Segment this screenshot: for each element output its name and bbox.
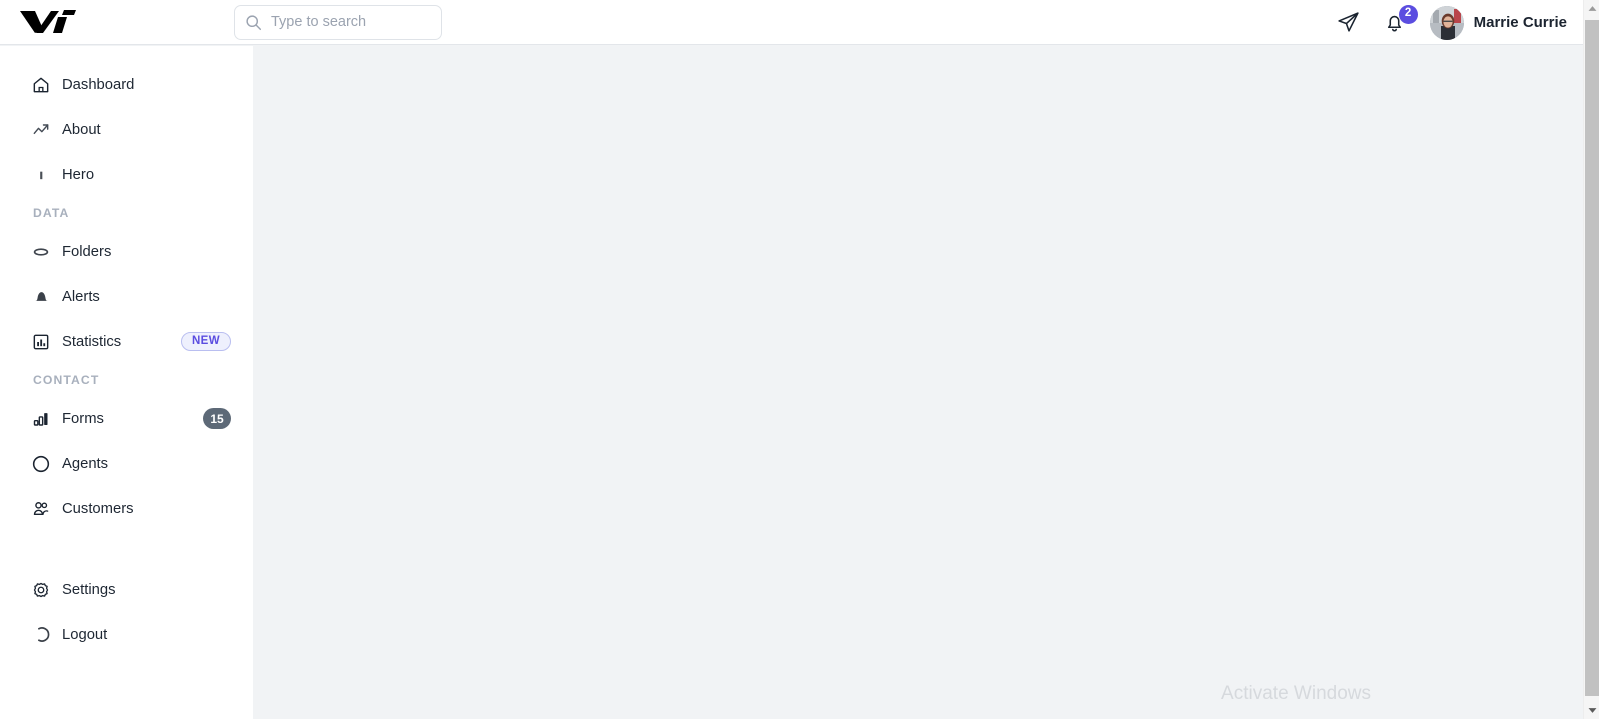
sidebar-item-logout[interactable]: Logout: [0, 612, 253, 657]
circle-icon: [30, 453, 52, 475]
user-menu[interactable]: Marrie Currie: [1418, 5, 1567, 40]
sidebar-item-label: Folders: [62, 243, 112, 260]
scrollbar-track[interactable]: [1584, 17, 1599, 702]
home-icon: [30, 74, 52, 96]
chevron-up-icon: [1588, 6, 1596, 11]
sidebar-item-label: Hero: [62, 166, 95, 183]
top-header: Type to search 2 Marrie Currie: [0, 0, 1583, 45]
avatar-photo-icon: [1429, 5, 1464, 40]
status-badge-count: 15: [203, 408, 231, 429]
avatar: [1429, 5, 1464, 40]
page-scrollbar[interactable]: [1583, 0, 1599, 719]
scroll-down-button[interactable]: [1584, 702, 1599, 719]
gear-icon: [30, 579, 52, 601]
sidebar: Dashboard About Hero DATA Folders Alerts…: [0, 46, 253, 719]
bar-chart-icon: [30, 408, 52, 430]
notifications-button[interactable]: 2: [1372, 0, 1418, 45]
paper-plane-icon: [1338, 12, 1359, 32]
send-message-button[interactable]: [1326, 0, 1372, 45]
sidebar-item-agents[interactable]: Agents: [0, 441, 253, 486]
sidebar-item-customers[interactable]: Customers: [0, 486, 253, 531]
scrollbar-thumb[interactable]: [1585, 20, 1599, 696]
disc-icon: [30, 241, 52, 263]
sidebar-item-label: Statistics: [62, 333, 122, 350]
bar-icon: [30, 164, 52, 186]
search-icon: [246, 15, 262, 31]
sidebar-section-data: DATA: [33, 206, 70, 220]
sidebar-item-label: Logout: [62, 626, 108, 643]
vi-logo-icon: [20, 10, 76, 33]
sidebar-item-label: Settings: [62, 581, 116, 598]
app-logo[interactable]: [0, 0, 253, 45]
search-placeholder: Type to search: [271, 14, 367, 31]
sidebar-item-label: Agents: [62, 455, 109, 472]
trend-line-icon: [30, 119, 52, 141]
sidebar-item-alerts[interactable]: Alerts: [0, 274, 253, 319]
header-actions: 2 Marrie Currie: [1326, 0, 1567, 45]
sidebar-item-label: Alerts: [62, 288, 100, 305]
app-root: Type to search 2 Marrie Currie Dashboard…: [0, 0, 1599, 719]
main-content: Activate Windows: [253, 46, 1583, 719]
scroll-up-button[interactable]: [1584, 0, 1599, 17]
chart-box-icon: [30, 331, 52, 353]
sidebar-item-label: Forms: [62, 410, 104, 427]
sidebar-item-statistics[interactable]: Statistics NEW: [0, 319, 253, 364]
sidebar-item-settings[interactable]: Settings: [0, 567, 253, 612]
users-icon: [30, 498, 52, 520]
sidebar-item-dashboard[interactable]: Dashboard: [0, 62, 253, 107]
sidebar-item-forms[interactable]: Forms 15: [0, 396, 253, 441]
sidebar-item-label: Customers: [62, 500, 134, 517]
notification-count-badge: 2: [1398, 4, 1418, 24]
chevron-down-icon: [1588, 708, 1596, 713]
sidebar-section-contact: CONTACT: [33, 373, 100, 387]
user-name: Marrie Currie: [1473, 14, 1567, 31]
search-input[interactable]: Type to search: [234, 5, 442, 40]
sidebar-item-hero[interactable]: Hero: [0, 152, 253, 197]
status-badge-new: NEW: [180, 331, 231, 352]
power-arc-icon: [30, 624, 52, 646]
sidebar-item-label: About: [62, 121, 101, 138]
sidebar-item-label: Dashboard: [62, 76, 135, 93]
sidebar-item-folders[interactable]: Folders: [0, 229, 253, 274]
bell-filled-icon: [30, 286, 52, 308]
sidebar-item-about[interactable]: About: [0, 107, 253, 152]
activate-windows-watermark: Activate Windows: [1221, 683, 1371, 704]
